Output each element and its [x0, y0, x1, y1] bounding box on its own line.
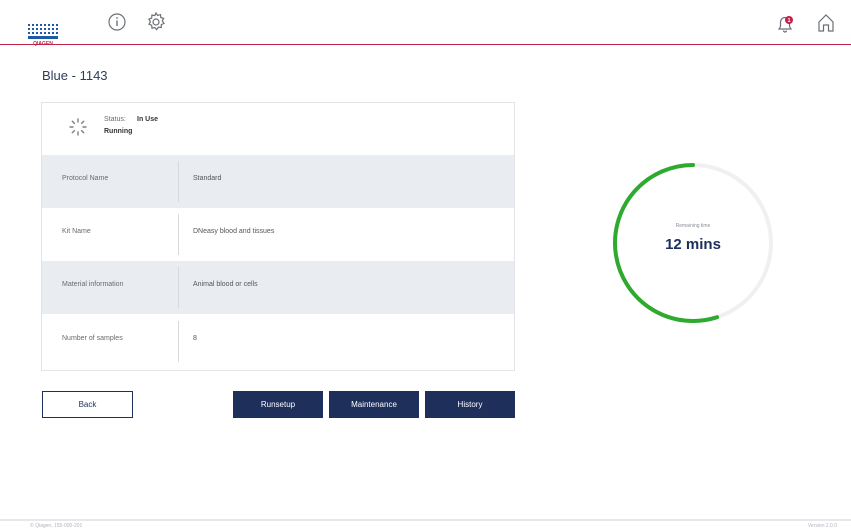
detail-key: Protocol Name: [62, 175, 109, 182]
gauge-caption: Remaining time: [675, 223, 711, 229]
home-icon[interactable]: [815, 11, 837, 35]
status-sub: Running: [104, 128, 133, 135]
detail-row-material: Material information Animal blood or cel…: [42, 261, 514, 314]
footer-divider: [0, 519, 851, 521]
detail-value: DNeasy blood and tissues: [193, 228, 275, 235]
spinner-icon: [69, 118, 87, 136]
status-row: Status: In Use Running: [42, 103, 514, 155]
detail-key: Number of samples: [62, 335, 123, 342]
footer-version: Version 2.0.0: [807, 523, 837, 529]
notification-badge: 1: [787, 18, 790, 24]
page-title: Blue - 1143: [42, 68, 108, 83]
detail-value: 8: [193, 335, 197, 342]
detail-key: Kit Name: [62, 228, 91, 235]
info-icon[interactable]: [107, 12, 127, 32]
row-separator: [178, 321, 179, 362]
history-button[interactable]: History: [425, 391, 515, 418]
notification-bell-icon[interactable]: 1: [773, 12, 797, 36]
header-divider: [0, 44, 851, 45]
gauge-value: 12 mins: [665, 236, 721, 253]
back-button[interactable]: Back: [42, 391, 133, 418]
detail-row-samples: Number of samples 8: [42, 315, 514, 368]
detail-value: Standard: [193, 175, 222, 182]
maintenance-button[interactable]: Maintenance: [329, 391, 419, 418]
detail-row-protocol: Protocol Name Standard: [42, 155, 514, 208]
row-separator: [178, 214, 179, 255]
top-bar: QIAGEN 1: [0, 0, 851, 47]
runsetup-button[interactable]: Runsetup: [233, 391, 323, 418]
instrument-details-panel: Status: In Use Running Protocol Name Sta…: [41, 102, 515, 371]
row-separator: [178, 267, 179, 308]
footer-copyright: © Qiagen, 155-000-201: [30, 523, 83, 529]
detail-row-kit: Kit Name DNeasy blood and tissues: [42, 208, 514, 261]
settings-gear-icon[interactable]: [145, 11, 167, 33]
status-value: In Use: [137, 116, 159, 123]
status-label: Status:: [104, 116, 126, 123]
detail-key: Material information: [62, 281, 124, 288]
row-separator: [178, 161, 179, 202]
detail-value: Animal blood or cells: [193, 281, 258, 288]
